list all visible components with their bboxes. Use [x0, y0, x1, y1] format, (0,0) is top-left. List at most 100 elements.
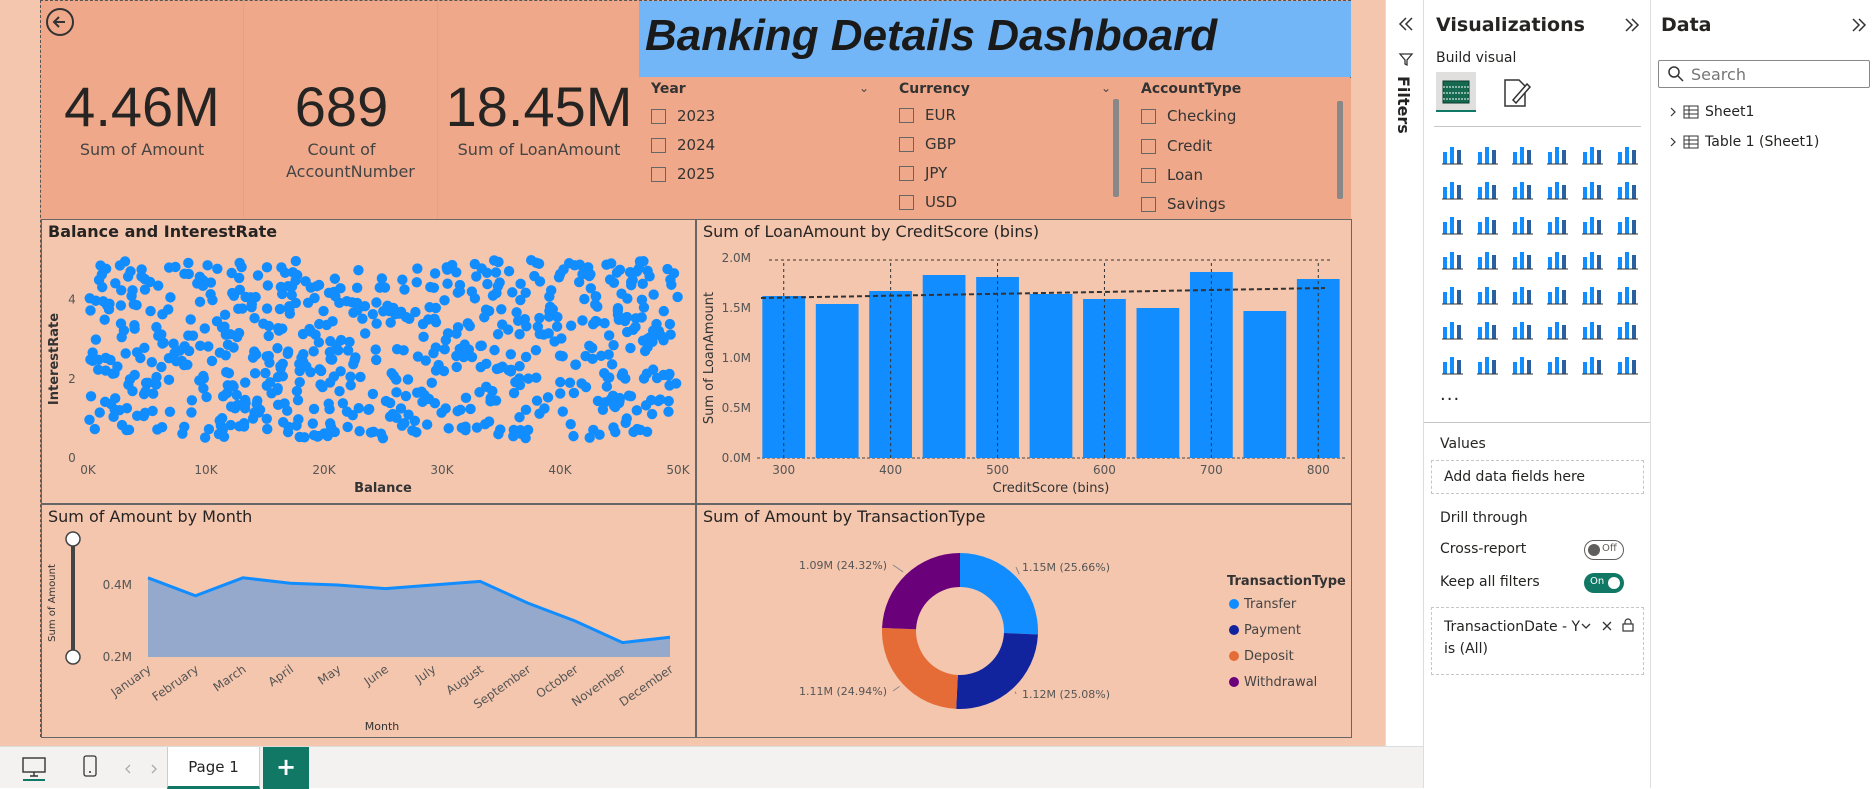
azure-map-icon[interactable] — [1543, 245, 1571, 273]
slicer-option[interactable]: JPY — [899, 164, 947, 182]
checkbox[interactable] — [1141, 138, 1156, 154]
slicer-option[interactable]: 2025 — [651, 165, 715, 183]
keep-all-filters-toggle[interactable]: On — [1584, 573, 1624, 593]
card-new-icon[interactable] — [1473, 350, 1501, 378]
card-icon[interactable] — [1613, 245, 1641, 273]
narrative-icon[interactable] — [1578, 315, 1606, 343]
page-tab-page-1[interactable]: Page 1 — [167, 747, 260, 789]
clustered-bar-icon[interactable] — [1508, 140, 1536, 168]
stacked-bar-icon[interactable] — [1438, 140, 1466, 168]
slicer-option[interactable]: EUR — [899, 106, 956, 124]
area-chart-panel[interactable]: Sum of Amount 0.2M 0.4M January February Marc… — [41, 504, 696, 738]
expand-right-icon[interactable] — [1622, 15, 1642, 35]
mobile-view-icon[interactable] — [80, 753, 100, 781]
paginated-icon[interactable] — [1438, 350, 1466, 378]
waterfall-icon[interactable] — [1438, 210, 1466, 238]
kpi-card-count[interactable]: 689 Count of AccountNumber — [246, 1, 438, 219]
more-icon[interactable] — [1613, 350, 1641, 378]
checkbox[interactable] — [651, 137, 666, 153]
pie-icon[interactable] — [1578, 210, 1606, 238]
add-data-fields-well[interactable]: Add data fields here — [1431, 460, 1644, 494]
table-icon[interactable] — [1543, 280, 1571, 308]
matrix-icon[interactable] — [1578, 280, 1606, 308]
chevron-down-icon[interactable]: ⌄ — [859, 81, 869, 95]
shapes-icon[interactable] — [1508, 350, 1536, 378]
build-visual-tab[interactable] — [1436, 72, 1476, 112]
checkbox[interactable] — [899, 194, 914, 210]
r-visual-icon[interactable] — [1613, 280, 1641, 308]
table-item-sheet1[interactable]: Sheet1 — [1667, 104, 1754, 120]
add-page-button[interactable]: + — [263, 747, 309, 789]
chevron-down-icon[interactable]: ⌄ — [1101, 81, 1111, 95]
search-box[interactable] — [1658, 60, 1870, 88]
slicer-year[interactable]: Year ⌄ 2023 2024 2025 — [639, 79, 885, 219]
scrollbar[interactable] — [1113, 99, 1119, 197]
ribbon-icon[interactable] — [1543, 175, 1571, 203]
checkbox[interactable] — [651, 108, 666, 124]
slicer-option[interactable]: Credit — [1141, 137, 1212, 155]
stacked-area-icon[interactable] — [1508, 175, 1536, 203]
slicer-option[interactable]: 2023 — [651, 107, 715, 125]
prev-page-icon[interactable] — [122, 763, 134, 775]
multi-card-icon[interactable] — [1438, 280, 1466, 308]
filled-map-icon[interactable] — [1508, 245, 1536, 273]
checkbox[interactable] — [651, 166, 666, 182]
area-chart-icon[interactable] — [1473, 175, 1501, 203]
stacked-column-icon[interactable] — [1473, 140, 1501, 168]
kpi-icon[interactable] — [1473, 280, 1501, 308]
decomposition-tree-icon[interactable] — [1508, 315, 1536, 343]
lock-icon[interactable] — [1621, 618, 1635, 632]
donut-chart-panel[interactable]: 1.15M (25.66%) 1.12M (25.08%) 1.11M (24.94… — [696, 504, 1352, 738]
slicer-icon[interactable] — [1508, 280, 1536, 308]
format-visual-icon[interactable] — [1499, 76, 1533, 110]
clustered-column-icon[interactable] — [1543, 140, 1571, 168]
checkbox[interactable] — [1141, 108, 1156, 124]
cross-report-toggle[interactable]: Off — [1584, 540, 1624, 560]
100-bar-icon[interactable] — [1578, 140, 1606, 168]
chevron-down-icon[interactable] — [1580, 620, 1592, 632]
filters-pane-collapsed[interactable]: Filters — [1385, 0, 1423, 746]
checkbox[interactable] — [1141, 196, 1156, 212]
close-icon[interactable] — [1601, 620, 1613, 632]
checkbox[interactable] — [1141, 167, 1156, 183]
checkbox[interactable] — [899, 136, 914, 152]
kpi-card-amount[interactable]: 4.46M Sum of Amount — [41, 1, 244, 219]
line-column-icon[interactable] — [1578, 175, 1606, 203]
slicer-option[interactable]: Savings — [1141, 195, 1226, 213]
checkbox[interactable] — [899, 107, 914, 123]
bar-chart-panel[interactable]: 0.0M 0.5M 1.0M 1.5M 2.0M 300 400 500 600 700 800 Cr… — [696, 219, 1352, 504]
slicer-option[interactable]: Loan — [1141, 166, 1203, 184]
slicer-option[interactable]: 2024 — [651, 136, 715, 154]
slicer-option[interactable]: USD — [899, 193, 957, 211]
scrollbar[interactable] — [1337, 101, 1343, 199]
scatter-icon[interactable] — [1543, 210, 1571, 238]
power-apps-icon[interactable] — [1543, 350, 1571, 378]
expand-right-icon[interactable] — [1849, 15, 1869, 35]
kpi-card-loan[interactable]: 18.45M Sum of LoanAmount — [440, 1, 638, 219]
slicer-currency[interactable]: Currency ⌄ EUR GBP JPY USD — [887, 79, 1127, 219]
scatter-chart-panel[interactable]: 0K 10K 20K 30K 40K 50K 0 2 4 Balance InterestRate … — [41, 219, 696, 504]
treemap-icon[interactable] — [1438, 245, 1466, 273]
key-influencers-icon[interactable] — [1473, 315, 1501, 343]
line-clustered-icon[interactable] — [1613, 175, 1641, 203]
filter-card[interactable]: TransactionDate - Y is (All) — [1431, 607, 1644, 675]
donut-icon[interactable] — [1613, 210, 1641, 238]
100-column-icon[interactable] — [1613, 140, 1641, 168]
gauge-icon[interactable] — [1578, 245, 1606, 273]
desktop-view-icon[interactable] — [20, 753, 48, 781]
slicer-accounttype[interactable]: AccountType Checking Credit Loan Savings — [1129, 79, 1351, 219]
search-input[interactable] — [1691, 64, 1861, 84]
funnel-icon[interactable] — [1508, 210, 1536, 238]
next-page-icon[interactable] — [148, 763, 160, 775]
checkbox[interactable] — [899, 165, 914, 181]
python-visual-icon[interactable] — [1438, 315, 1466, 343]
qa-icon[interactable] — [1543, 315, 1571, 343]
table-item-table1[interactable]: Table 1 (Sheet1) — [1667, 134, 1819, 150]
more-visuals-button[interactable]: ... — [1440, 384, 1460, 405]
map-icon[interactable] — [1473, 245, 1501, 273]
collapse-left-icon[interactable] — [1396, 14, 1416, 34]
line-chart-icon[interactable] — [1438, 175, 1466, 203]
slicer-option[interactable]: GBP — [899, 135, 956, 153]
power-automate-icon[interactable] — [1578, 350, 1606, 378]
goals-icon[interactable] — [1613, 315, 1641, 343]
